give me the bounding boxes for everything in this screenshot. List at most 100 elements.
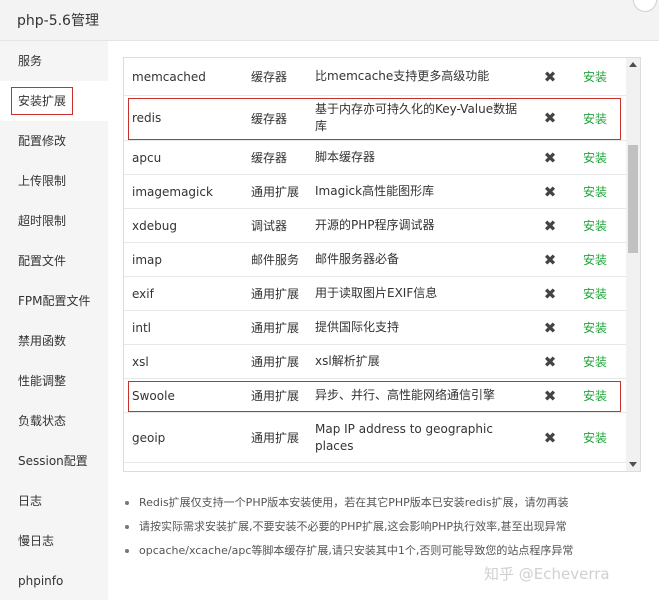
extension-type: 通用扩展 <box>251 389 300 403</box>
sidebar-item[interactable]: FPM配置文件 <box>0 281 108 321</box>
extension-name: Swoole <box>132 388 175 403</box>
sidebar-item[interactable]: 服务 <box>0 41 108 81</box>
sidebar-item-label: 负载状态 <box>18 414 67 428</box>
extension-name: exif <box>132 286 154 301</box>
sidebar-item[interactable]: 配置文件 <box>0 241 108 281</box>
extension-row: xsl 通用扩展 xsl解析扩展 ✖ 安装 <box>124 345 626 379</box>
extension-name: apcu <box>132 150 162 165</box>
install-button[interactable]: 安装 <box>583 58 623 95</box>
main-content: geoip 通用扩展 Map IP address to geographic pl… <box>108 41 659 600</box>
install-button[interactable]: 安装 <box>583 311 623 344</box>
extension-name: xdebug <box>132 218 177 233</box>
extension-description: 脚本缓存器 <box>315 150 376 164</box>
extension-row: redis 缓存器 基于内存亦可持久化的Key-Value数据库 ✖ 安装 <box>124 96 626 141</box>
extension-type: 通用扩展 <box>251 321 300 335</box>
extension-description: 邮件服务器必备 <box>315 252 400 266</box>
sidebar-item[interactable]: 禁用函数 <box>0 321 108 361</box>
extension-description: 异步、并行、高性能网络通信引擎 <box>315 388 496 402</box>
extension-table: geoip 通用扩展 Map IP address to geographic pl… <box>123 57 641 472</box>
sidebar-item-label: FPM配置文件 <box>18 294 91 308</box>
install-button[interactable]: 安装 <box>583 345 623 378</box>
sidebar-item[interactable]: Session配置 <box>0 441 108 481</box>
not-installed-icon: ✖ <box>543 109 557 127</box>
sidebar-item[interactable]: 超时限制 <box>0 201 108 241</box>
install-button[interactable]: 安装 <box>583 277 623 310</box>
install-button[interactable]: 安装 <box>583 175 623 208</box>
extension-description: 比memcache支持更多高级功能 <box>315 69 490 83</box>
note-item: Redis扩展仅支持一个PHP版本安装使用，若在其它PHP版本已安装redis扩… <box>123 491 643 515</box>
extension-type: 缓存器 <box>251 111 288 126</box>
not-installed-icon: ✖ <box>543 148 557 167</box>
extension-type: 邮件服务 <box>251 253 300 267</box>
extension-name: imagemagick <box>132 184 213 199</box>
not-installed-icon: ✖ <box>543 352 557 371</box>
extension-row: intl 通用扩展 提供国际化支持 ✖ 安装 <box>124 311 626 345</box>
window-titlebar: php-5.6管理 <box>0 0 659 41</box>
sidebar-item-label: 超时限制 <box>18 214 67 228</box>
install-button[interactable]: 安装 <box>583 243 623 276</box>
notes-list: Redis扩展仅支持一个PHP版本安装使用，若在其它PHP版本已安装redis扩… <box>123 491 643 563</box>
extension-description: Imagick高性能图形库 <box>315 184 435 198</box>
not-installed-icon: ✖ <box>543 284 557 303</box>
close-icon[interactable] <box>633 0 657 12</box>
sidebar-item-label: 慢日志 <box>18 534 55 548</box>
extension-type: 调试器 <box>251 219 288 233</box>
extension-type: 通用扩展 <box>251 431 300 445</box>
install-button[interactable]: 安装 <box>583 379 623 412</box>
not-installed-icon: ✖ <box>543 386 557 405</box>
install-button[interactable]: 安装 <box>583 209 623 242</box>
extension-row: xdebug 调试器 开源的PHP程序调试器 ✖ 安装 <box>124 209 626 243</box>
window-title: php-5.6管理 <box>17 13 99 29</box>
sidebar-item[interactable]: phpinfo <box>0 561 108 601</box>
sidebar-item[interactable]: 负载状态 <box>0 401 108 441</box>
extension-name: intl <box>132 320 151 335</box>
install-button[interactable]: 安装 <box>583 96 623 140</box>
table-scrollbar[interactable] <box>626 58 640 471</box>
sidebar-item-label: 配置修改 <box>18 134 67 148</box>
extension-description: 开源的PHP程序调试器 <box>315 218 435 232</box>
sidebar-item[interactable]: 配置修改 <box>0 121 108 161</box>
extension-name: geoip <box>132 430 166 445</box>
sidebar-item-label: Session配置 <box>18 454 88 468</box>
extension-type: 通用扩展 <box>251 287 300 301</box>
extension-row: apcu 缓存器 脚本缓存器 ✖ 安装 <box>124 141 626 175</box>
sidebar: 服务安装扩展配置修改上传限制超时限制配置文件 FPM配置文件禁用函数 性能调整负载状… <box>0 41 108 600</box>
scroll-up-icon[interactable] <box>629 62 637 67</box>
not-installed-icon: ✖ <box>543 428 557 447</box>
extension-row: exif 通用扩展 用于读取图片EXIF信息 ✖ 安装 <box>124 277 626 311</box>
extension-description: 基于内存亦可持久化的Key-Value数据库 <box>315 102 518 133</box>
sidebar-item[interactable]: 安装扩展 <box>0 81 108 121</box>
extension-type: 缓存器 <box>251 70 288 84</box>
install-button[interactable]: 安装 <box>583 413 623 462</box>
sidebar-item[interactable]: 日志 <box>0 481 108 521</box>
extension-row: Swoole 通用扩展 异步、并行、高性能网络通信引擎 ✖ 安装 <box>124 379 626 413</box>
extension-description: Map IP address to geographic places <box>315 421 493 453</box>
sidebar-item-label: 服务 <box>18 54 43 68</box>
not-installed-icon: ✖ <box>543 318 557 337</box>
sidebar-item[interactable]: 慢日志 <box>0 521 108 561</box>
extension-row: geoip 通用扩展 Map IP address to geographic pl… <box>124 413 626 463</box>
extension-type: 缓存器 <box>251 151 288 165</box>
extension-name: memcached <box>132 69 206 84</box>
extension-description: 用于读取图片EXIF信息 <box>315 286 438 300</box>
extension-description: 提供国际化支持 <box>315 320 400 334</box>
extension-type: 通用扩展 <box>251 185 300 199</box>
extension-row: memcached 缓存器 比memcache支持更多高级功能 ✖ 安装 <box>124 58 626 96</box>
not-installed-icon: ✖ <box>543 250 557 269</box>
extension-name: imap <box>132 252 162 267</box>
extension-row: imagemagick 通用扩展 Imagick高性能图形库 ✖ 安装 <box>124 175 626 209</box>
scroll-thumb[interactable] <box>628 145 638 253</box>
sidebar-item[interactable]: 性能调整 <box>0 361 108 401</box>
extension-row: imap 邮件服务 邮件服务器必备 ✖ 安装 <box>124 243 626 277</box>
sidebar-item-label: 配置文件 <box>18 254 67 268</box>
not-installed-icon: ✖ <box>543 67 557 86</box>
extension-type: 通用扩展 <box>251 355 300 369</box>
scroll-down-icon[interactable] <box>629 462 637 467</box>
extension-name: redis <box>132 111 162 125</box>
install-button[interactable]: 安装 <box>583 141 623 174</box>
extension-description: xsl解析扩展 <box>315 354 380 368</box>
sidebar-item[interactable]: 上传限制 <box>0 161 108 201</box>
note-item: 请按实际需求安装扩展,不要安装不必要的PHP扩展,这会影响PHP执行效率,甚至出… <box>123 515 643 539</box>
not-installed-icon: ✖ <box>543 182 557 201</box>
not-installed-icon: ✖ <box>543 216 557 235</box>
